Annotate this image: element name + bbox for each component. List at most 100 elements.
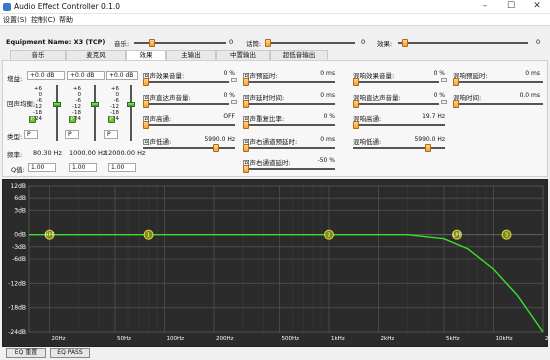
echo-lowpass-value: 5990.0 Hz [204,136,235,143]
gain-label: 增益: [7,75,23,83]
tab-main-output[interactable]: 主输出 [166,50,216,60]
band3-frequency[interactable]: 12000.00 Hz [104,149,145,157]
effect-volume-value: 0 [536,38,541,46]
x-tick-label: 2kHz [381,336,395,342]
echo-predelay-slider[interactable] [243,78,335,86]
echo-predelay-value: 0 ms [320,70,335,77]
y-tick-label: -12dB [8,280,26,287]
echo-lowpass-slider[interactable] [143,144,235,152]
band3-gain-track[interactable] [130,85,132,141]
echo-right-predelay-value: 0 ms [320,136,335,143]
band1-frequency[interactable]: 80.30 Hz [33,149,62,157]
band1-gain-input[interactable]: +0.0 dB [27,71,65,80]
menu-help[interactable]: 帮助 [59,15,73,25]
x-tick-label: 500Hz [281,336,299,342]
effect-panel: 增益: 回声均衡: 类型: 频率: Q值: +0.0 dB +6 0 -6 -12 -1… [2,60,548,177]
title-bar: Audio Effect Controller 0.1.0 – ☐ ✕ [0,0,550,14]
y-tick-label: -3dB [12,244,26,251]
x-tick-label: 1kHz [331,336,345,342]
music-volume-label: 音乐: [114,40,130,48]
close-icon[interactable]: ✕ [524,0,550,14]
echo-highpass-slider[interactable] [143,121,235,129]
eq-chart-svg[interactable]: 20Hz 50Hz 100Hz 200Hz 500Hz 1kHz 2kHz 5kHz 10kHz… [3,180,550,348]
y-tick-label: -6dB [12,256,26,263]
band1-type-select[interactable]: P [24,130,38,139]
eq-pass-button[interactable]: EQ PASS [50,348,90,358]
echo-effect-volume-spin[interactable] [231,78,237,82]
band1-gain-track[interactable] [56,85,58,141]
band2-type-select[interactable]: P [65,130,79,139]
mic-volume-slider[interactable] [265,39,355,47]
echo-delay-time-value: 0 ms [320,92,335,99]
effect-volume-slider[interactable] [398,39,528,47]
echo-direct-volume-value: 0 % [223,92,235,99]
eq-response-chart[interactable]: 20Hz 50Hz 100Hz 200Hz 500Hz 1kHz 2kHz 5kHz 10kHz… [2,179,550,348]
y-tick-label: 12dB [10,183,26,190]
reverb-highpass-slider[interactable] [353,121,445,129]
reverb-lowpass-slider[interactable] [353,144,445,152]
x-tick-label: 50Hz [117,336,131,342]
type-label: 类型: [7,133,23,141]
reverb-lowpass-value: 5990.0 Hz [414,136,445,143]
band3-gain-input[interactable]: +0.0 dB [106,71,138,80]
menu-settings[interactable]: 设置(S) [3,15,27,25]
reverb-direct-volume-value: 0 % [433,92,445,99]
band3-filter-icon[interactable]: P [108,116,115,123]
x-tick-label: 100Hz [167,336,185,342]
mic-volume-value: 0 [361,38,366,46]
band3-type-select[interactable]: P [104,130,118,139]
reverb-time-slider[interactable] [453,100,543,108]
band2-q-input[interactable]: 1.00 [69,163,97,172]
echo-effect-volume-slider[interactable] [143,78,229,86]
equipment-name: Equipment Name: X3 (TCP) [6,38,106,46]
echo-repeat-ratio-slider[interactable] [243,121,335,129]
toolbar: Equipment Name: X3 (TCP) 音乐: 0 话筒: 0 效果:… [0,27,550,49]
band2-filter-icon[interactable]: P [69,116,76,123]
band1-gain-slider[interactable] [53,102,61,107]
reverb-direct-volume-spin[interactable] [441,100,447,104]
echo-repeat-ratio-value: 0 % [323,113,335,120]
tab-effect[interactable]: 效果 [126,50,166,60]
reverb-direct-volume-slider[interactable] [353,100,439,108]
y-tick-label: 6dB [14,195,26,202]
frequency-label: 频率: [7,151,23,159]
tab-music[interactable]: 音乐 [10,50,66,60]
window-title: Audio Effect Controller 0.1.0 [14,2,121,11]
band2-gain-track[interactable] [94,85,96,141]
music-volume-value: 0 [229,38,234,46]
x-tick-label: 20kHz [545,336,549,342]
echo-highpass-value: OFF [223,113,235,120]
reverb-time-value: 0.0 ms [519,92,540,99]
tab-subwoofer-output[interactable]: 超低音输出 [270,50,328,60]
echo-effect-volume-value: 0 % [223,70,235,77]
x-tick-label: 5kHz [446,336,460,342]
menu-control[interactable]: 控制(C) [31,15,55,25]
eq-reset-button[interactable]: EQ 重置 [6,348,46,358]
tab-center-output[interactable]: 中置输出 [216,50,270,60]
reverb-highpass-value: 19.7 Hz [422,113,445,120]
echo-right-predelay-slider[interactable] [243,144,335,152]
band1-filter-icon[interactable]: P [29,116,36,123]
echo-direct-volume-slider[interactable] [143,100,229,108]
x-tick-label: 200Hz [216,336,234,342]
reverb-effect-volume-spin[interactable] [441,78,447,82]
band3-q-input[interactable]: 1.00 [108,163,136,172]
music-volume-slider[interactable] [134,39,226,47]
reverb-predelay-slider[interactable] [453,78,543,86]
reverb-effect-volume-slider[interactable] [353,78,439,86]
app-icon [3,3,11,11]
minimize-icon[interactable]: – [472,0,498,14]
band3-gain-slider[interactable] [127,102,135,107]
menu-bar: 设置(S) 控制(C) 帮助 [0,14,550,26]
tab-microphone[interactable]: 麦克风 [66,50,126,60]
band2-frequency[interactable]: 1000.00 Hz [69,149,106,157]
echo-right-delay-slider[interactable] [243,165,335,173]
maximize-icon[interactable]: ☐ [498,0,524,14]
echo-delay-time-slider[interactable] [243,100,335,108]
band2-gain-input[interactable]: +0.0 dB [67,71,105,80]
echo-direct-volume-spin[interactable] [231,100,237,104]
eq-marker-label: LPF [453,233,462,239]
band1-q-input[interactable]: 1.00 [28,163,56,172]
band2-gain-slider[interactable] [91,102,99,107]
effect-volume-label: 效果: [377,40,393,48]
